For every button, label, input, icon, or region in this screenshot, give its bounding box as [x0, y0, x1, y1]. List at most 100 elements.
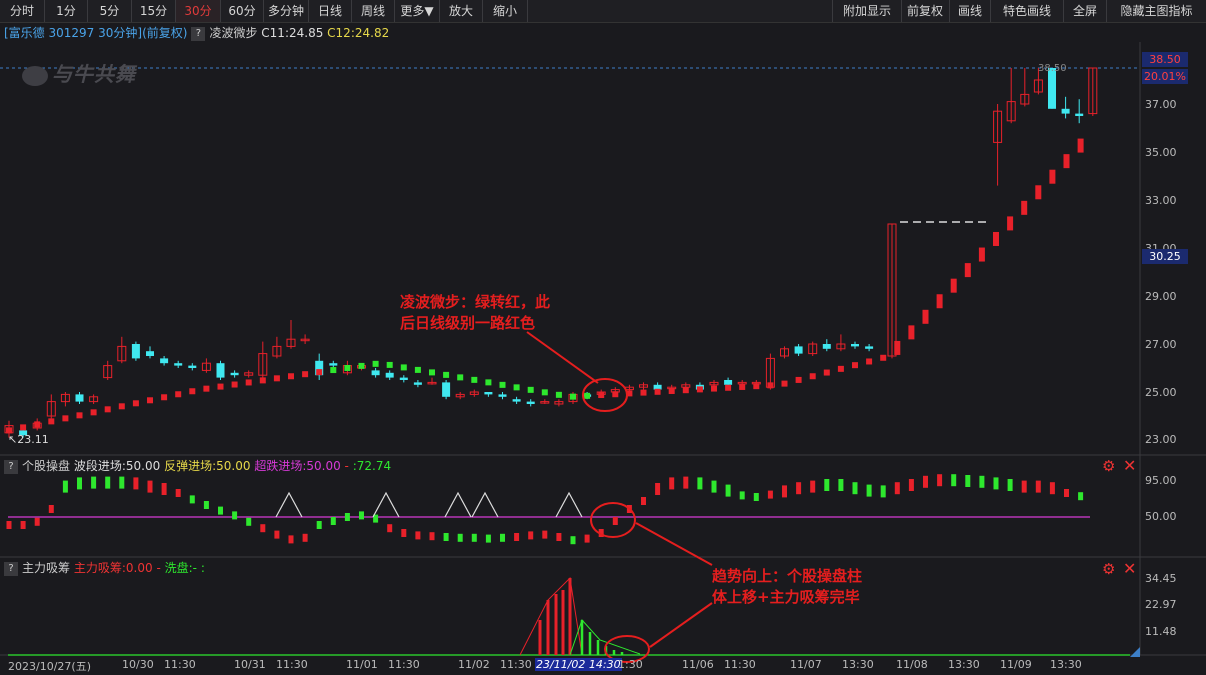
lbwb-segment — [908, 325, 915, 340]
candle-body — [160, 358, 169, 364]
candle-body — [822, 344, 831, 349]
lbwb-segment — [513, 384, 520, 391]
panel2-bar — [965, 475, 971, 487]
scroll-corner-icon[interactable] — [1130, 647, 1140, 657]
help-icon[interactable]: ? — [4, 561, 18, 576]
panel2-bar — [175, 489, 181, 497]
candle-body — [1075, 113, 1084, 116]
panel2-bar — [471, 533, 477, 542]
panel2-bar — [641, 497, 646, 505]
lbwb-segment — [725, 384, 732, 391]
panel2-bar — [584, 534, 590, 543]
panel2-bar — [302, 533, 308, 542]
panel2-bar — [1078, 492, 1084, 501]
x-label: 11:30 — [500, 658, 532, 671]
settings-gear-icon[interactable]: ⚙ — [1102, 457, 1115, 475]
lbwb-segment — [231, 381, 238, 388]
panel2-bars — [6, 474, 1084, 545]
lbwb-segment — [175, 391, 182, 398]
lbwb-segment — [90, 409, 97, 416]
candle-body — [794, 346, 803, 354]
lbwb-segment — [1007, 216, 1014, 231]
lbwb-segment — [414, 366, 421, 373]
candle-body — [75, 394, 84, 402]
settings-gear-icon[interactable]: ⚙ — [1102, 560, 1115, 578]
lbwb-segment — [400, 364, 407, 371]
panel2-bar — [993, 477, 999, 490]
y-label: 22.97 — [1145, 598, 1177, 611]
close-icon[interactable]: ✕ — [1123, 456, 1136, 475]
lbwb-segment — [767, 382, 774, 389]
panel2-bar — [683, 476, 689, 489]
panel2-bar — [48, 505, 54, 513]
lbwb-segment — [132, 400, 139, 407]
x-label: 11/07 — [790, 658, 822, 671]
candle-body — [526, 401, 535, 404]
x-label: 11/02 — [458, 658, 490, 671]
panel2-bar — [500, 533, 505, 542]
panel2-bar — [767, 490, 773, 499]
panel2-bar — [203, 501, 209, 509]
panel2-triangle — [372, 491, 400, 518]
lbwb-segment — [189, 388, 196, 395]
candle-body — [216, 363, 225, 378]
panel2-header: ? 个股操盘 波段进场:50.00 反弹进场:50.00 超跌进场:50.00 -… — [0, 458, 391, 474]
help-icon[interactable]: ? — [4, 459, 18, 474]
lbwb-segment — [203, 385, 210, 392]
panel2-bar — [937, 474, 943, 487]
pct-change-box: 20.01% — [1142, 69, 1188, 84]
panel2-bar — [880, 485, 886, 498]
panel2-bar — [528, 531, 534, 540]
candle-body — [484, 392, 493, 395]
panel2-bar — [161, 483, 167, 495]
candle-body — [1048, 68, 1056, 109]
close-icon[interactable]: ✕ — [1123, 559, 1136, 578]
lbwb-segment — [739, 383, 746, 390]
x-label: 11:30 — [724, 658, 756, 671]
lbwb-segment — [499, 381, 506, 388]
lbwb-segment — [316, 369, 323, 376]
x-cursor-label: 23/11/02 14:30 — [535, 658, 622, 671]
lbwb-segment — [823, 369, 830, 376]
lbwb-segment — [161, 394, 168, 401]
y-label: 33.00 — [1145, 194, 1177, 207]
lbwb-segment — [372, 360, 379, 367]
candle-body — [371, 370, 380, 376]
high-price-box: 38.50 — [1142, 52, 1188, 67]
lbwb-segment — [922, 309, 929, 324]
x-label: 11/08 — [896, 658, 928, 671]
lbwb-segment — [48, 418, 55, 425]
y-label: 34.45 — [1145, 572, 1177, 585]
panel2-bar — [189, 495, 195, 504]
panel2-bar — [457, 533, 463, 542]
panel2-bar — [556, 533, 562, 541]
lbwb-segment — [781, 380, 788, 387]
candle-body — [329, 363, 338, 366]
panel2-bar — [316, 521, 322, 529]
lbwb-segment — [147, 397, 153, 404]
x-label: 2023/10/27(五) — [8, 660, 91, 673]
lbwb-segment — [245, 379, 252, 386]
lbwb-segment — [20, 424, 27, 431]
lbwb-segment — [1035, 185, 1042, 200]
lbwb-segment — [541, 389, 548, 396]
candle-body — [230, 372, 239, 376]
panel2-bar — [344, 513, 350, 521]
panel2-bar — [866, 484, 872, 497]
lbwb-segment — [668, 387, 675, 394]
x-label: 10/30 — [122, 658, 154, 671]
lbwb-segment — [1021, 200, 1028, 215]
panel2-bar — [1049, 482, 1055, 495]
x-label: 11/06 — [682, 658, 714, 671]
panel2-bar — [514, 533, 520, 541]
lbwb-segment — [584, 392, 591, 399]
lbwb-segment — [118, 403, 125, 410]
lbwb-segment — [894, 340, 901, 355]
lbwb-segment — [950, 278, 957, 293]
lbwb-segment — [62, 415, 69, 422]
panel2-bar — [655, 483, 661, 495]
candle-body — [188, 365, 197, 368]
lbwb-segment — [302, 371, 309, 378]
candle-body — [865, 346, 874, 349]
panel2-bar — [824, 479, 830, 491]
